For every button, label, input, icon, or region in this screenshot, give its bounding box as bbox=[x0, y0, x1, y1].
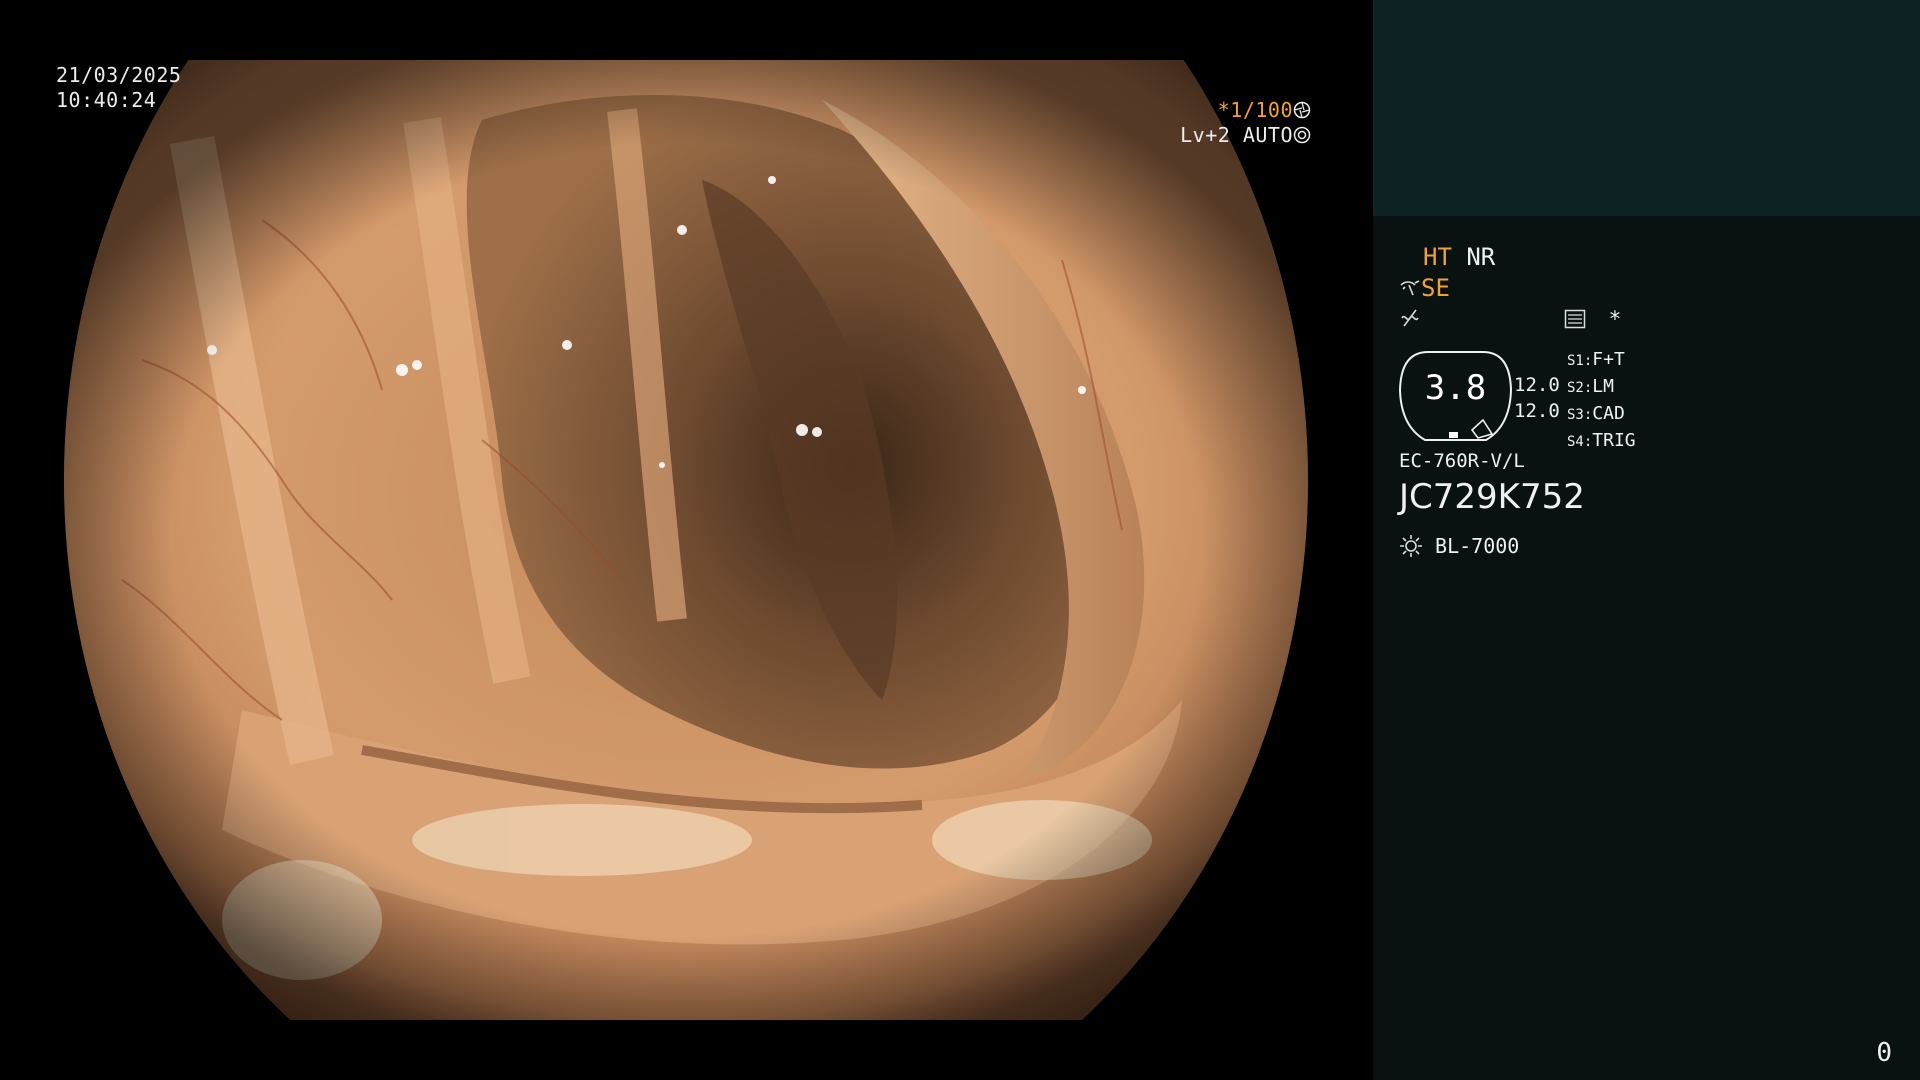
auto-exposure-icon bbox=[1293, 123, 1311, 147]
info-panel-body bbox=[1373, 216, 1920, 1080]
sun-icon bbox=[1399, 534, 1423, 558]
fan-icon bbox=[1399, 274, 1421, 302]
scene-list: S1:F+T S2:LM S3:CAD S4:TRIG bbox=[1567, 347, 1636, 455]
light-source-row: BL-7000 bbox=[1399, 533, 1519, 559]
light-source-name: BL-7000 bbox=[1435, 534, 1520, 558]
aperture-icon bbox=[1293, 98, 1311, 122]
param-value-2: 12.0 bbox=[1514, 400, 1560, 422]
exposure-level-row: Lv+2 AUTO bbox=[1180, 123, 1311, 148]
info-panel-header bbox=[1373, 0, 1920, 216]
se-row: SE bbox=[1399, 275, 1450, 301]
zoom-value: 3.8 bbox=[1424, 368, 1487, 408]
endoscopic-image bbox=[64, 60, 1308, 1020]
endoscope-view: 21/03/2025 10:40:24 *1/100 Lv+2 AUTO bbox=[0, 0, 1373, 1080]
parameter-values: 12.0 12.0 bbox=[1514, 372, 1560, 424]
param-value-1: 12.0 bbox=[1514, 374, 1560, 396]
scope-serial: JC729K752 bbox=[1399, 477, 1585, 517]
nr-label: NR bbox=[1466, 243, 1496, 271]
no-freeze-icon bbox=[1399, 304, 1421, 332]
freeze-row bbox=[1399, 305, 1421, 331]
shutter-readout: *1/100 Lv+2 AUTO bbox=[1180, 98, 1311, 148]
scope-model: EC-760R-V/L bbox=[1399, 450, 1525, 472]
se-label: SE bbox=[1421, 274, 1450, 302]
scene-item: S1:F+T bbox=[1567, 349, 1625, 370]
exposure-level: Lv+2 AUTO bbox=[1180, 123, 1293, 147]
colon-lumen-image bbox=[64, 60, 1308, 1020]
document-icon bbox=[1564, 307, 1586, 331]
shutter-speed-row: *1/100 bbox=[1180, 98, 1311, 123]
shutter-speed: *1/100 bbox=[1217, 98, 1293, 122]
scene-item: S4:TRIG bbox=[1567, 430, 1636, 451]
scene-item: S2:LM bbox=[1567, 376, 1614, 397]
date: 21/03/2025 bbox=[56, 63, 182, 87]
menu-icon-row: * bbox=[1564, 306, 1621, 332]
star-marker: * bbox=[1608, 307, 1622, 331]
frame-counter: 0 bbox=[1876, 1038, 1892, 1068]
scene-item: S3:CAD bbox=[1567, 403, 1625, 424]
info-panel: HT NR SE * 3.8 12.0 12.0 S1:F+T S2:LM S3… bbox=[1373, 0, 1920, 1080]
processing-mode-row: HT NR bbox=[1423, 244, 1495, 270]
time: 10:40:24 bbox=[56, 88, 157, 112]
zoom-gauge: 3.8 bbox=[1398, 350, 1513, 442]
ht-label: HT bbox=[1423, 243, 1452, 271]
date-time: 21/03/2025 10:40:24 bbox=[56, 63, 181, 113]
